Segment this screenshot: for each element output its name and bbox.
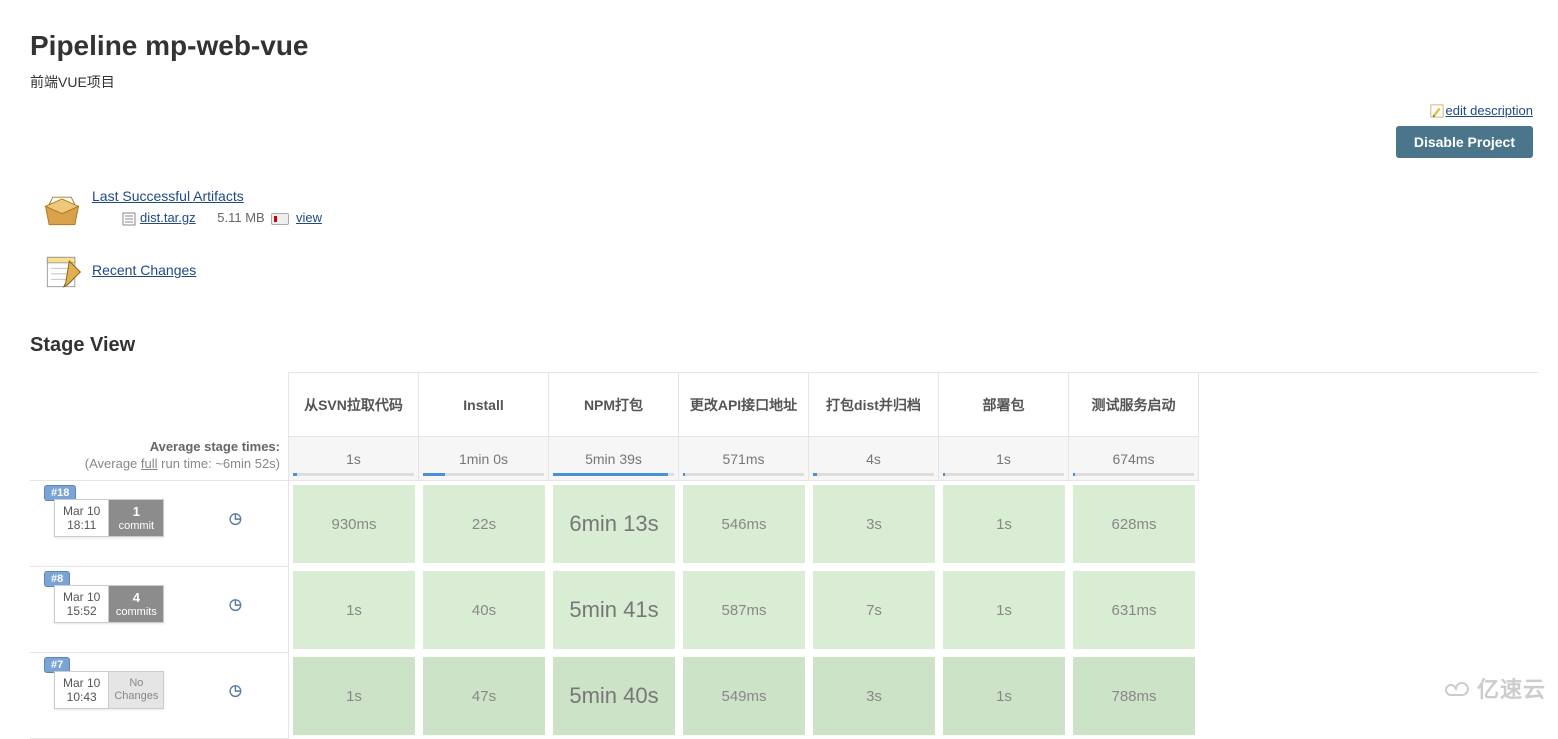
stage-average-cell: 1min 0s <box>419 437 549 481</box>
artifact-view-link[interactable]: view <box>296 210 322 225</box>
build-commits[interactable]: NoChanges <box>109 672 163 708</box>
stage-cell[interactable]: 1s <box>289 567 419 653</box>
clock-icon: ◷ <box>229 509 242 527</box>
stage-column-header: 测试服务启动 <box>1069 373 1199 437</box>
build-datetime: Mar 1015:52 <box>55 586 109 622</box>
stage-cell[interactable]: 47s <box>419 653 549 739</box>
stage-cell[interactable]: 1s <box>289 653 419 739</box>
stage-cell[interactable]: 930ms <box>289 481 419 567</box>
package-icon <box>40 188 84 232</box>
stage-cell[interactable]: 546ms <box>679 481 809 567</box>
stage-cell[interactable]: 3s <box>809 653 939 739</box>
stage-cell[interactable]: 1s <box>939 653 1069 739</box>
stage-column-header: Install <box>419 373 549 437</box>
recent-changes-link[interactable]: Recent Changes <box>92 262 196 278</box>
build-datetime: Mar 1018:11 <box>55 500 109 536</box>
average-times-label: Average stage times:(Average full run ti… <box>30 437 288 481</box>
edit-description-link[interactable]: edit description <box>1446 103 1533 118</box>
page-title: Pipeline mp-web-vue <box>30 30 1538 62</box>
build-commits[interactable]: 1commit <box>109 500 163 536</box>
stage-cell[interactable]: 22s <box>419 481 549 567</box>
stage-cell[interactable]: 40s <box>419 567 549 653</box>
build-commits[interactable]: 4commits <box>109 586 163 622</box>
stage-cell[interactable]: 1s <box>939 567 1069 653</box>
fingerprint-icon <box>271 213 289 225</box>
stage-cell[interactable]: 587ms <box>679 567 809 653</box>
clock-icon: ◷ <box>229 595 242 613</box>
run-row-header[interactable]: #8Mar 1015:524commits◷ <box>30 567 288 653</box>
stage-average-cell: 5min 39s <box>549 437 679 481</box>
stage-view-title: Stage View <box>30 334 1538 357</box>
stage-cell[interactable]: 1s <box>939 481 1069 567</box>
run-row-header[interactable]: #18Mar 1018:111commit◷ <box>30 481 288 567</box>
disable-project-button[interactable]: Disable Project <box>1396 126 1533 158</box>
stage-average-cell: 571ms <box>679 437 809 481</box>
watermark: 亿速云 <box>1443 672 1546 704</box>
stage-cell[interactable]: 3s <box>809 481 939 567</box>
build-datetime: Mar 1010:43 <box>55 672 109 708</box>
edit-icon <box>1430 104 1444 118</box>
stage-cell[interactable]: 6min 13s <box>549 481 679 567</box>
run-row-header[interactable]: #7Mar 1010:43NoChanges◷ <box>30 653 288 739</box>
stage-average-cell: 1s <box>939 437 1069 481</box>
stage-cell[interactable]: 628ms <box>1069 481 1199 567</box>
stage-column-header: 部署包 <box>939 373 1069 437</box>
last-artifacts-link[interactable]: Last Successful Artifacts <box>92 188 244 204</box>
stage-cell[interactable]: 549ms <box>679 653 809 739</box>
file-icon <box>122 212 136 226</box>
stage-cell[interactable]: 5min 41s <box>549 567 679 653</box>
stage-column-header: NPM打包 <box>549 373 679 437</box>
stage-cell[interactable]: 631ms <box>1069 567 1199 653</box>
artifact-file-link[interactable]: dist.tar.gz <box>140 210 196 225</box>
stage-average-cell: 4s <box>809 437 939 481</box>
notepad-icon <box>40 250 84 294</box>
clock-icon: ◷ <box>229 681 242 699</box>
stage-cell[interactable]: 788ms <box>1069 653 1199 739</box>
stage-column-header: 从SVN拉取代码 <box>289 373 419 437</box>
stage-average-cell: 1s <box>289 437 419 481</box>
stage-column-header: 打包dist并归档 <box>809 373 939 437</box>
stage-average-cell: 674ms <box>1069 437 1199 481</box>
stage-column-header: 更改API接口地址 <box>679 373 809 437</box>
stage-cell[interactable]: 5min 40s <box>549 653 679 739</box>
artifact-size: 5.11 MB <box>217 210 264 225</box>
stage-view-table: Average stage times:(Average full run ti… <box>30 372 1538 739</box>
stage-cell[interactable]: 7s <box>809 567 939 653</box>
page-description: 前端VUE项目 <box>30 72 1538 92</box>
